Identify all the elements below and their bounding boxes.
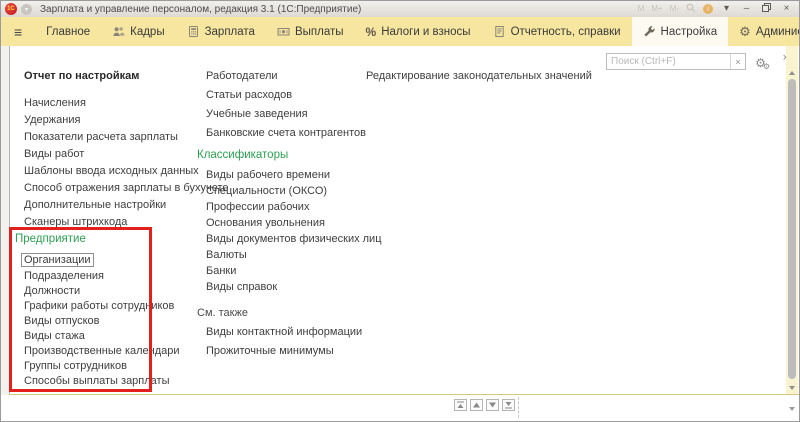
calculator-icon	[187, 25, 200, 38]
settings-link[interactable]: Профессии рабочих	[206, 201, 309, 213]
form-settings-gears-icon[interactable]: ⚙⚙	[755, 54, 770, 72]
column-classifiers: Работодатели Статьи расходов Учебные зав…	[197, 70, 382, 364]
settings-link[interactable]: Начисления	[24, 97, 86, 109]
settings-link[interactable]: Виды работ	[24, 148, 84, 160]
memory-m-plus-button[interactable]: М+	[651, 4, 662, 14]
settings-link[interactable]: Виды отпусков	[24, 315, 100, 327]
bottom-divider	[518, 397, 519, 418]
scrollbar-thumb[interactable]	[788, 79, 796, 379]
scroll-to-top-button[interactable]	[454, 399, 467, 411]
settings-link[interactable]: Статьи расходов	[206, 89, 292, 101]
scrollbar-down-icon[interactable]	[789, 386, 795, 390]
percent-icon: %	[366, 25, 377, 39]
search-clear-icon[interactable]: ×	[730, 54, 745, 69]
search-input[interactable]	[607, 54, 730, 69]
tab-administration[interactable]: ⚙ Администрирование	[728, 17, 800, 46]
settings-link[interactable]: Графики работы сотрудников	[24, 300, 174, 312]
section-header-classifiers: Классификаторы	[197, 149, 382, 162]
settings-link[interactable]: Дополнительные настройки	[24, 199, 166, 211]
settings-link[interactable]: Подразделения	[24, 270, 104, 282]
bottom-scroll-down-icon[interactable]	[789, 407, 795, 411]
scroll-up-button[interactable]	[470, 399, 483, 411]
scroll-down-button[interactable]	[486, 399, 499, 411]
settings-link[interactable]: Банковские счета контрагентов	[206, 127, 366, 139]
see-also-header: См. также	[197, 307, 382, 319]
settings-link[interactable]: Должности	[24, 285, 80, 297]
settings-link[interactable]: Виды рабочего времени	[206, 169, 330, 181]
tab-payments[interactable]: Выплаты	[266, 17, 355, 46]
tab-salary[interactable]: Зарплата	[176, 17, 266, 46]
window-title: Зарплата и управление персоналом, редакц…	[40, 4, 361, 15]
scroll-nav-buttons	[454, 399, 515, 411]
restore-button[interactable]	[760, 3, 773, 16]
gear-icon: ⚙	[739, 25, 751, 38]
settings-link[interactable]: Валюты	[206, 249, 247, 261]
tab-reports[interactable]: Отчетность, справки	[482, 17, 632, 46]
settings-link[interactable]: Основания увольнения	[206, 217, 325, 229]
settings-link[interactable]: Сканеры штрихкода	[24, 216, 127, 228]
tab-settings[interactable]: Настройка	[632, 17, 729, 46]
scrollbar-up-icon[interactable]	[789, 71, 795, 75]
tab-taxes[interactable]: % Налоги и взносы	[355, 17, 482, 46]
settings-link[interactable]: Виды справок	[206, 281, 277, 293]
left-splitter[interactable]	[1, 46, 10, 395]
settings-link[interactable]: Производственные календари	[24, 345, 180, 357]
minimize-button[interactable]: –	[740, 3, 753, 15]
memory-m-minus-button[interactable]: М-	[670, 4, 679, 14]
report-icon	[493, 25, 506, 38]
zoom-icon[interactable]	[686, 3, 696, 16]
wrench-icon	[643, 25, 656, 38]
people-icon	[112, 25, 125, 38]
info-icon[interactable]: i	[703, 4, 713, 14]
settings-link[interactable]: Специальности (ОКСО)	[206, 185, 327, 197]
titlebar-caret-button[interactable]: ▾	[720, 3, 733, 15]
close-window-button[interactable]: ×	[780, 3, 793, 15]
settings-link[interactable]: Виды документов физических лиц	[206, 233, 382, 245]
tab-main[interactable]: Главное	[35, 17, 101, 46]
scroll-to-bottom-button[interactable]	[502, 399, 515, 411]
settings-link[interactable]: Удержания	[24, 114, 80, 126]
bottom-bar	[1, 395, 799, 422]
settings-link[interactable]: Шаблоны ввода исходных данных	[24, 165, 199, 177]
section-tabbar: ≡ Главное Кадры Зарплата Выплаты % Налог…	[1, 17, 799, 46]
titlebar-toolbar: М М+ М- i ▾ – ×	[638, 3, 795, 16]
memory-m-button[interactable]: М	[638, 4, 645, 14]
main-menu-button[interactable]: ▾	[21, 4, 32, 15]
settings-link[interactable]: Способы выплаты зарплаты	[24, 375, 170, 387]
settings-link[interactable]: Работодатели	[206, 70, 278, 82]
search-box: ×	[606, 53, 746, 70]
settings-link[interactable]: Группы сотрудников	[24, 360, 127, 372]
settings-link[interactable]: Виды контактной информации	[206, 326, 362, 338]
settings-link[interactable]: Редактирование законодательных значений	[366, 70, 592, 82]
vertical-scrollbar[interactable]	[786, 46, 798, 394]
money-icon	[277, 25, 290, 38]
title-bar: 1С ▾ Зарплата и управление персоналом, р…	[1, 1, 799, 17]
settings-link-focused[interactable]: Организации	[24, 253, 94, 267]
tab-personnel[interactable]: Кадры	[101, 17, 175, 46]
settings-link[interactable]: Прожиточные минимумы	[206, 345, 334, 357]
app-window: 1С ▾ Зарплата и управление персоналом, р…	[0, 0, 800, 422]
settings-link[interactable]: Виды стажа	[24, 330, 85, 342]
settings-link[interactable]: Учебные заведения	[206, 108, 308, 120]
settings-link[interactable]: Банки	[206, 265, 236, 277]
settings-link[interactable]: Показатели расчета зарплаты	[24, 131, 178, 143]
column-legislative: Редактирование законодательных значений	[366, 70, 592, 87]
1c-logo-icon: 1С	[5, 3, 17, 15]
settings-form: × ⚙⚙ × Отчет по настройкам Начисления Уд…	[10, 46, 799, 395]
hamburger-menu-button[interactable]: ≡	[1, 17, 35, 46]
